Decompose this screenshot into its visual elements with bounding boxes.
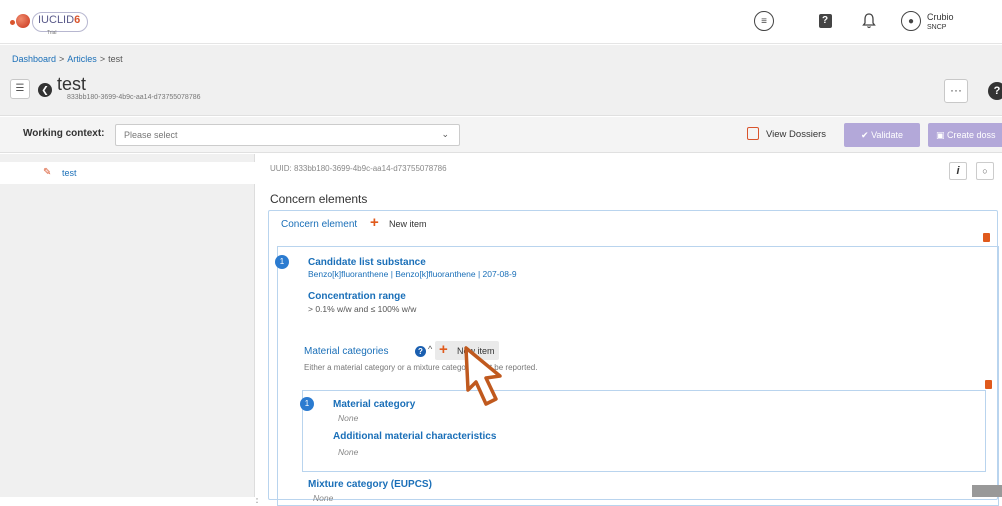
tree-item-label: test (62, 168, 77, 178)
trash-icon[interactable] (983, 233, 990, 242)
caret-up-icon[interactable]: ^ (428, 344, 432, 354)
uuid-line: UUID: 833bb180-3699-4b9c-aa14-d737550787… (270, 164, 447, 173)
concern-element-label: Concern element (281, 219, 358, 230)
chevron-down-icon: ⌄ (441, 129, 449, 139)
toggle-navigation-button[interactable]: ☰ (10, 79, 30, 99)
menu-icon[interactable]: ≡ (754, 11, 774, 31)
breadcrumb-separator: > (59, 54, 65, 64)
dossier-icon: ▣ (936, 130, 945, 140)
candidate-list-substance-label: Candidate list substance (308, 257, 426, 268)
trash-icon[interactable] (985, 380, 992, 389)
tree-item[interactable]: ✎ test (0, 162, 255, 184)
options-circle-button[interactable]: ○ (976, 162, 994, 180)
working-context-placeholder: Please select (124, 130, 178, 140)
calendar-icon (747, 127, 759, 140)
material-categories-label: Material categories (304, 346, 389, 357)
material-category-value[interactable]: None (338, 413, 358, 423)
concentration-range-value[interactable]: > 0.1% w/w and ≤ 100% w/w (308, 304, 416, 314)
document-uuid: 833bb180-3699-4b9c-aa14-d73755078786 (67, 94, 201, 101)
additional-material-characteristics-value[interactable]: None (338, 447, 358, 457)
help-button[interactable]: ? (988, 82, 1002, 100)
more-options-button[interactable]: ··· (944, 79, 968, 103)
create-dossier-button[interactable]: ▣ Create doss (928, 123, 1002, 147)
user-name[interactable]: Crubio (927, 12, 954, 22)
document-header: Dashboard > Articles > test ☰ ❮ test 833bb18… (0, 45, 1002, 116)
mixture-category-label: Mixture category (EUPCS) (308, 479, 432, 490)
additional-material-characteristics-label: Additional material characteristics (333, 431, 497, 442)
concern-element-new-item-button[interactable]: New item (389, 219, 427, 229)
logo-dot-small (10, 20, 15, 25)
working-context-label: Working context: (23, 128, 105, 139)
logo-dot (16, 14, 30, 28)
material-category-item: 1 Material category None Additional mate… (300, 390, 986, 472)
concentration-range-label: Concentration range (308, 291, 406, 302)
breadcrumb-dashboard[interactable]: Dashboard (12, 54, 56, 64)
item-number-badge: 1 (275, 255, 289, 269)
validate-label: Validate (871, 130, 903, 140)
scrollbar-grip[interactable] (972, 485, 1002, 497)
help-icon[interactable]: ? (815, 11, 835, 31)
working-context-select[interactable]: Please select ⌄ (115, 124, 460, 146)
top-bar: IUCLID6 Trial ≡ ? ● Crubio SNCP (0, 0, 1002, 44)
concern-element-item: 1 Candidate list substance Benzo[k]fluor… (275, 246, 999, 506)
user-org: SNCP (927, 24, 947, 31)
breadcrumb-current: test (108, 54, 123, 64)
check-icon: ✔ (861, 130, 869, 140)
info-button[interactable]: i (949, 162, 967, 180)
bell-icon[interactable] (859, 11, 879, 31)
page-title: test (57, 74, 87, 94)
logo-pill: IUCLID6 Trial (32, 12, 88, 36)
back-icon[interactable]: ❮ (38, 83, 52, 97)
navigation-tree: ✎ test ⋮ (0, 154, 262, 505)
validate-button[interactable]: ✔ Validate (844, 123, 920, 147)
plus-icon[interactable]: + (370, 214, 379, 231)
breadcrumb-articles[interactable]: Articles (67, 54, 97, 64)
view-dossiers-button[interactable]: View Dossiers (766, 129, 826, 140)
section-title: Concern elements (270, 192, 368, 206)
create-dossier-label: Create doss (947, 130, 996, 140)
logo-version: 6 (74, 14, 81, 26)
candidate-list-substance-value[interactable]: Benzo[k]fluoranthene | Benzo[k]fluoranth… (308, 269, 517, 279)
main-content: UUID: 833bb180-3699-4b9c-aa14-d737550787… (256, 154, 1002, 506)
working-context-bar: Working context: Please select ⌄ View Do… (0, 117, 1002, 153)
user-icon[interactable]: ● (901, 11, 921, 31)
plus-icon: + (439, 341, 448, 358)
mixture-category-value[interactable]: None (313, 493, 333, 503)
iuclid-logo[interactable]: IUCLID6 Trial (10, 8, 88, 36)
breadcrumb-separator: > (99, 54, 106, 64)
logo-text: IUCLID (38, 14, 75, 26)
question-icon[interactable]: ? (415, 346, 426, 357)
material-category-label: Material category (333, 399, 416, 410)
breadcrumb: Dashboard > Articles > test (12, 54, 123, 64)
article-icon: ✎ (43, 167, 52, 178)
sub-item-number-badge: 1 (300, 397, 314, 411)
mouse-pointer-icon (464, 346, 502, 406)
logo-edition: Trial (47, 30, 57, 36)
concern-elements-section: Concern element + New item 1 Candidate l… (268, 210, 999, 506)
